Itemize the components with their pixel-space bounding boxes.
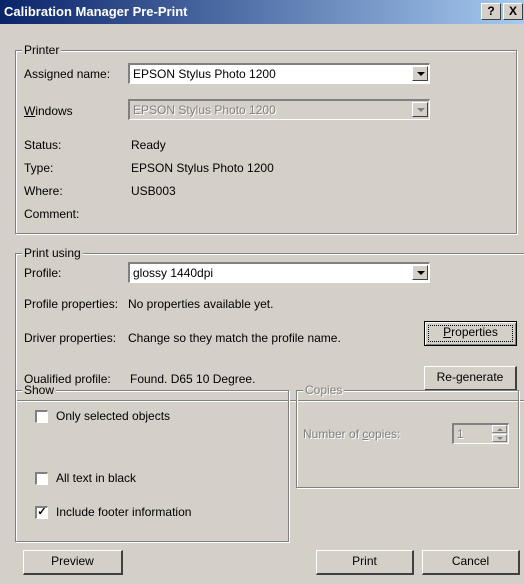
windows-label: Windows	[24, 104, 73, 118]
status-value: Ready	[131, 138, 166, 152]
spin-down-button[interactable]	[492, 434, 507, 442]
profile-dropdown-button[interactable]	[412, 265, 428, 280]
only-selected-label[interactable]: Only selected objects	[56, 409, 170, 423]
profile-select[interactable]: glossy 1440dpi	[128, 262, 430, 283]
assigned-name-value: EPSON Stylus Photo 1200	[133, 67, 276, 81]
chevron-down-icon	[417, 108, 425, 112]
include-footer-checkbox[interactable]: ✓	[35, 506, 48, 519]
status-label: Status:	[24, 138, 62, 152]
spin-up-button[interactable]	[492, 425, 507, 433]
copies-label-post: opies:	[368, 427, 401, 441]
chevron-down-icon	[417, 271, 425, 275]
profile-properties-value: No properties available yet.	[128, 297, 274, 311]
chevron-down-icon	[417, 72, 425, 76]
printer-legend: Printer	[22, 43, 62, 57]
all-text-black-label[interactable]: All text in black	[56, 471, 136, 485]
windows-dropdown-button[interactable]	[412, 102, 428, 117]
preview-button[interactable]: Preview	[23, 550, 123, 575]
arrow-up-icon	[497, 428, 503, 431]
windows-label-rest: indows	[35, 104, 73, 118]
driver-properties-label: Driver properties:	[24, 331, 117, 345]
properties-button[interactable]: Properties	[424, 321, 517, 346]
where-value: USB003	[131, 184, 176, 198]
assigned-name-label: Assigned name:	[24, 67, 111, 81]
title-bar: Calibration Manager Pre-Print ? X	[0, 0, 524, 24]
copies-legend: Copies	[303, 383, 345, 397]
profile-properties-label: Profile properties:	[24, 297, 119, 311]
number-of-copies-label: Number of copies:	[303, 427, 400, 441]
profile-label: Profile:	[24, 266, 62, 280]
print-button[interactable]: Print	[316, 550, 414, 575]
only-selected-checkbox[interactable]	[35, 410, 48, 423]
show-legend: Show	[22, 383, 57, 397]
type-value: EPSON Stylus Photo 1200	[131, 161, 274, 175]
assigned-name-dropdown-button[interactable]	[412, 66, 428, 81]
type-label: Type:	[24, 161, 54, 175]
windows-value: EPSON Stylus Photo 1200	[133, 103, 276, 117]
copies-value: 1	[457, 427, 464, 441]
all-text-black-checkbox[interactable]	[35, 472, 48, 485]
driver-properties-value: Change so they match the profile name.	[128, 331, 341, 345]
window-title: Calibration Manager Pre-Print	[4, 4, 188, 19]
cancel-button[interactable]: Cancel	[422, 550, 520, 575]
help-button[interactable]: ?	[481, 3, 501, 20]
include-footer-label[interactable]: Include footer information	[56, 505, 191, 519]
print-using-legend: Print using	[22, 246, 83, 260]
properties-accel: P	[443, 325, 452, 339]
windows-select[interactable]: EPSON Stylus Photo 1200	[128, 99, 430, 120]
properties-label-rest: roperties	[451, 325, 498, 339]
profile-value: glossy 1440dpi	[133, 266, 214, 280]
regenerate-button[interactable]: Re-generate	[424, 366, 517, 391]
windows-label-accel: W	[24, 104, 36, 118]
qualified-profile-value: Found. D65 10 Degree.	[130, 372, 256, 386]
assigned-name-select[interactable]: EPSON Stylus Photo 1200	[128, 63, 430, 84]
where-label: Where:	[24, 184, 63, 198]
copies-label-pre: Number of	[303, 427, 363, 441]
copies-spinner[interactable]: 1	[452, 423, 509, 444]
arrow-down-icon	[497, 437, 503, 440]
comment-label: Comment:	[24, 207, 80, 221]
close-button[interactable]: X	[503, 3, 523, 20]
